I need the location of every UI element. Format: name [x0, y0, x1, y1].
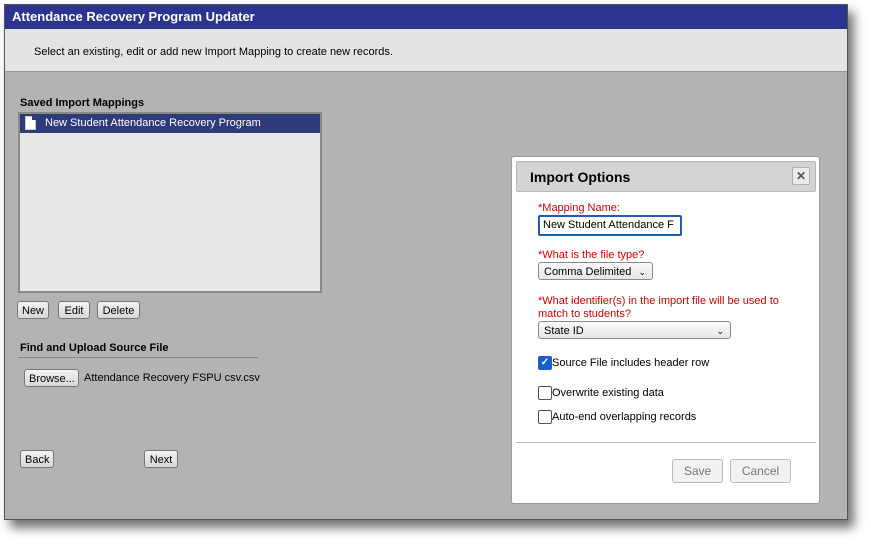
list-item-label: New Student Attendance Recovery Program — [45, 117, 261, 129]
saved-mappings-label: Saved Import Mappings — [20, 97, 145, 109]
file-type-value: Comma Delimited — [544, 266, 632, 278]
browse-button[interactable]: Browse... — [24, 369, 79, 387]
document-icon — [25, 116, 36, 130]
overwrite-checkbox[interactable] — [538, 386, 552, 400]
identifier-label: *What identifier(s) in the import file w… — [538, 295, 779, 320]
close-icon[interactable]: ✕ — [792, 167, 810, 185]
list-item[interactable]: New Student Attendance Recovery Program — [20, 114, 320, 133]
upload-label: Find and Upload Source File — [20, 342, 169, 354]
delete-button[interactable]: Delete — [97, 301, 140, 319]
mapping-name-input[interactable]: New Student Attendance F — [538, 215, 682, 236]
header-row-label: Source File includes header row — [552, 357, 710, 369]
identifier-select[interactable]: State ID ⌄ — [538, 321, 731, 339]
back-button[interactable]: Back — [20, 450, 54, 468]
window-title: Attendance Recovery Program Updater — [5, 5, 847, 29]
chevron-down-icon: ⌄ — [638, 267, 646, 277]
identifier-value: State ID — [544, 325, 584, 337]
app-window: Attendance Recovery Program Updater Sele… — [4, 4, 848, 520]
source-file-name: Attendance Recovery FSPU csv.csv — [84, 372, 260, 384]
edit-button[interactable]: Edit — [58, 301, 90, 319]
file-type-label: *What is the file type? — [538, 249, 645, 261]
instructions-bar: Select an existing, edit or add new Impo… — [5, 29, 847, 72]
dialog-header: Import Options ✕ — [516, 161, 816, 192]
cancel-button[interactable]: Cancel — [730, 459, 791, 483]
mapping-name-label: *Mapping Name: — [538, 202, 620, 214]
header-row-checkbox[interactable]: ✓ — [538, 356, 552, 370]
upload-divider — [18, 357, 258, 358]
chevron-down-icon: ⌄ — [716, 326, 724, 336]
file-type-select[interactable]: Comma Delimited ⌄ — [538, 262, 653, 280]
instructions-text: Select an existing, edit or add new Impo… — [34, 46, 393, 58]
dialog-title: Import Options — [530, 169, 631, 185]
auto-end-checkbox[interactable] — [538, 410, 552, 424]
auto-end-label: Auto-end overlapping records — [552, 411, 697, 423]
next-button[interactable]: Next — [144, 450, 178, 468]
save-button[interactable]: Save — [672, 459, 723, 483]
saved-mappings-list[interactable]: New Student Attendance Recovery Program — [18, 112, 322, 293]
new-button[interactable]: New — [17, 301, 49, 319]
overwrite-label: Overwrite existing data — [552, 387, 664, 399]
dialog-divider — [516, 442, 816, 443]
import-options-dialog: Import Options ✕ *Mapping Name: New Stud… — [511, 156, 820, 504]
